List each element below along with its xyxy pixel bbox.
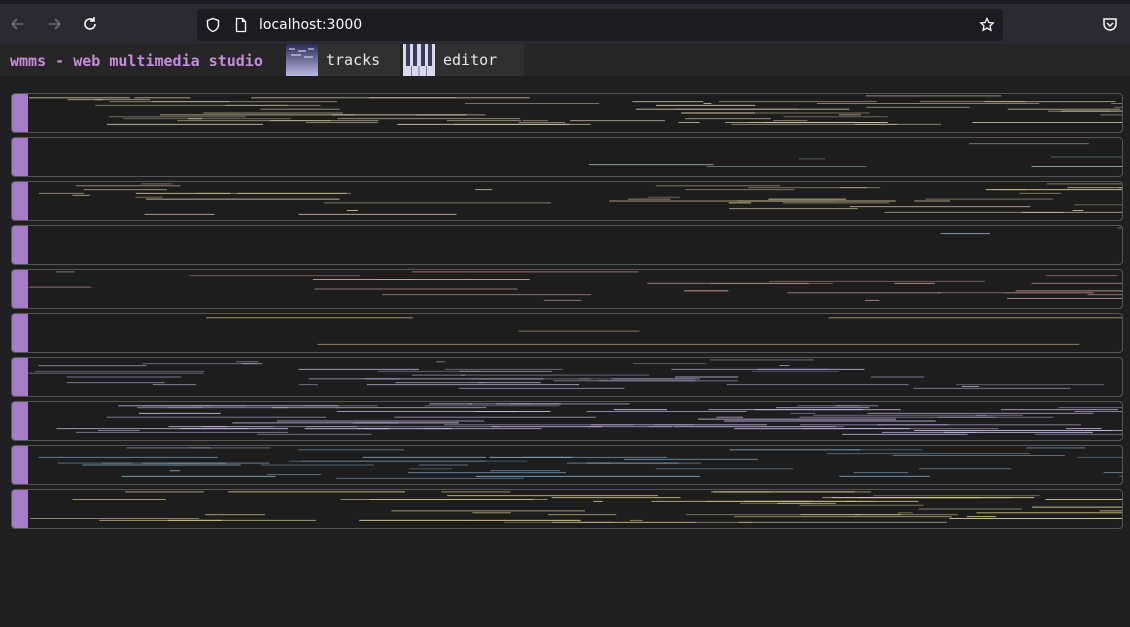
track-row[interactable] xyxy=(11,445,1123,485)
track-row[interactable] xyxy=(11,357,1123,397)
back-arrow-icon[interactable] xyxy=(6,12,30,36)
browser-toolbar: localhost:3000 xyxy=(0,0,1130,44)
bookmark-star-icon[interactable] xyxy=(979,16,995,33)
reload-icon[interactable] xyxy=(78,12,102,36)
track-note-preview xyxy=(28,490,1122,528)
forward-arrow-icon[interactable] xyxy=(42,12,66,36)
tab-tracks-label[interactable]: tracks xyxy=(318,51,380,69)
tracks-thumbnail-icon xyxy=(286,44,318,76)
track-drag-handle[interactable] xyxy=(12,402,28,440)
track-row[interactable] xyxy=(11,401,1123,441)
url-bar[interactable]: localhost:3000 xyxy=(197,9,1003,41)
track-drag-handle[interactable] xyxy=(12,138,28,176)
track-note-preview xyxy=(28,94,1122,132)
track-row[interactable] xyxy=(11,313,1123,353)
track-drag-handle[interactable] xyxy=(12,94,28,132)
track-row[interactable] xyxy=(11,225,1123,265)
track-row[interactable] xyxy=(11,137,1123,177)
track-drag-handle[interactable] xyxy=(12,446,28,484)
track-row[interactable] xyxy=(11,269,1123,309)
track-drag-handle[interactable] xyxy=(12,182,28,220)
shield-icon[interactable] xyxy=(205,17,221,33)
track-note-preview xyxy=(28,402,1122,440)
track-drag-handle[interactable] xyxy=(12,314,28,352)
track-drag-handle[interactable] xyxy=(12,490,28,528)
track-row[interactable] xyxy=(11,93,1123,133)
app-header: wmms - web multimedia studio tracks edit… xyxy=(0,44,1130,76)
app-title: wmms - web multimedia studio xyxy=(10,52,263,70)
track-drag-handle[interactable] xyxy=(12,270,28,308)
track-note-preview xyxy=(28,138,1122,176)
piano-keys-icon xyxy=(403,44,435,76)
track-row[interactable] xyxy=(11,489,1123,529)
pocket-icon[interactable] xyxy=(1098,12,1122,36)
track-note-preview xyxy=(28,226,1122,264)
track-note-preview xyxy=(28,270,1122,308)
track-note-preview xyxy=(28,358,1122,396)
track-note-preview xyxy=(28,182,1122,220)
tab-tracks[interactable]: tracks xyxy=(286,44,400,76)
tab-editor-label[interactable]: editor xyxy=(435,51,497,69)
page-icon[interactable] xyxy=(233,17,249,33)
track-drag-handle[interactable] xyxy=(12,226,28,264)
track-note-preview xyxy=(28,314,1122,352)
tab-editor[interactable]: editor xyxy=(403,44,524,76)
track-row[interactable] xyxy=(11,181,1123,221)
track-drag-handle[interactable] xyxy=(12,358,28,396)
url-text[interactable]: localhost:3000 xyxy=(259,17,362,33)
track-note-preview xyxy=(28,446,1122,484)
